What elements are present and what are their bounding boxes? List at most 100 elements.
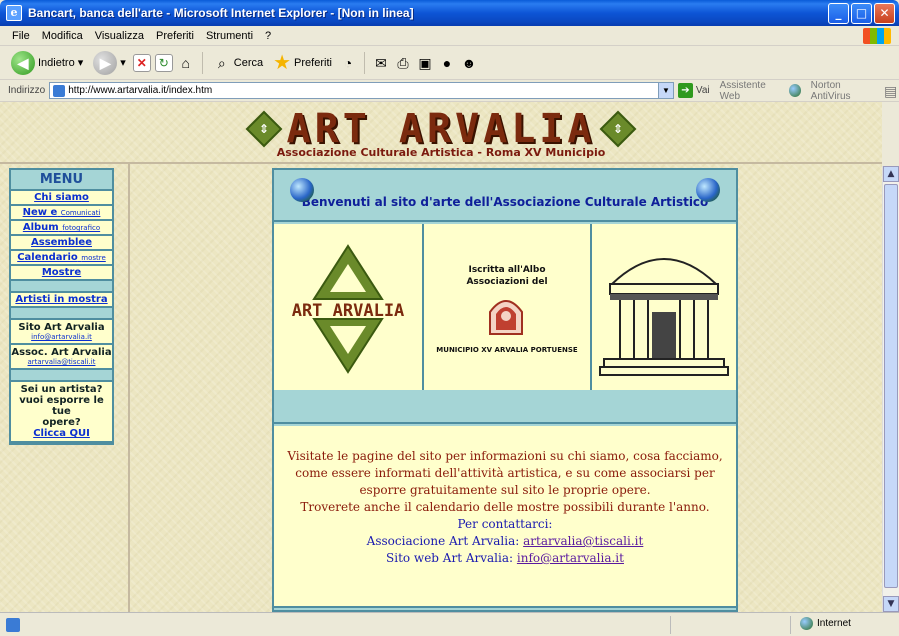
albo-cell: Iscritta all'Albo Associazioni del MUNIC… bbox=[424, 224, 590, 390]
main-content: Benvenuti al sito d'arte dell'Associazio… bbox=[272, 168, 738, 612]
sidebar-menu: MENU Chi siamo New e Comunicati Album fo… bbox=[9, 168, 114, 445]
menu-title: MENU bbox=[11, 170, 112, 191]
back-arrow-icon: ◀ bbox=[11, 50, 35, 75]
scroll-thumb[interactable] bbox=[884, 184, 898, 588]
norton-label: Norton AntiVirus bbox=[810, 79, 851, 102]
menu-item-news[interactable]: New e Comunicati bbox=[11, 206, 112, 221]
sidebar-divider bbox=[128, 164, 130, 612]
history-button[interactable]: ◔ bbox=[339, 54, 357, 72]
art-arvalia-logo-cell: ART ARVALIA bbox=[274, 224, 422, 390]
minimize-button[interactable]: _ bbox=[828, 3, 849, 24]
menu-item-album[interactable]: Album fotografico bbox=[11, 221, 112, 236]
menu-help[interactable]: ? bbox=[259, 30, 277, 42]
scroll-down-button[interactable]: ▼ bbox=[883, 596, 899, 612]
intro-line-1: Visitate le pagine del sito per informaz… bbox=[287, 449, 723, 463]
menu-spacer bbox=[11, 281, 112, 293]
chevron-down-icon[interactable]: ▾ bbox=[120, 56, 126, 69]
discuss-button[interactable]: ● bbox=[438, 54, 456, 72]
ie-icon: e bbox=[6, 5, 22, 21]
address-bar: Indirizzo http://www.artarvalia.it/index… bbox=[0, 80, 899, 102]
municipio-text: MUNICIPIO XV ARVALIA PORTUENSE bbox=[436, 346, 578, 354]
albo-text: Iscritta all'Albo Associazioni del bbox=[424, 264, 590, 288]
norton-button[interactable]: Norton AntiVirus ▤ bbox=[811, 80, 899, 102]
menu-file[interactable]: File bbox=[6, 30, 36, 42]
site-contact-title: Sito Art Arvalia bbox=[18, 322, 105, 333]
home-button[interactable]: ⌂ bbox=[177, 54, 195, 72]
albo-line-1: Iscritta all'Albo bbox=[468, 265, 546, 275]
address-url: http://www.artarvalia.it/index.htm bbox=[68, 85, 213, 96]
menu-preferiti[interactable]: Preferiti bbox=[150, 30, 200, 42]
edit-button[interactable]: ▣ bbox=[416, 54, 434, 72]
menu-strumenti[interactable]: Strumenti bbox=[200, 30, 259, 42]
page-viewport: ⇕ ART ARVALIA ⇕ Associazione Culturale A… bbox=[0, 102, 882, 612]
site-contact-block: Sito Art Arvalia info@artarvalia.it bbox=[11, 320, 112, 345]
menu-item-mostre[interactable]: Mostre bbox=[11, 266, 112, 281]
refresh-button[interactable]: ↻ bbox=[154, 53, 173, 72]
window-title: Bancart, banca dell'arte - Microsoft Int… bbox=[28, 6, 414, 20]
page-icon bbox=[53, 84, 66, 97]
menu-item-chi-siamo[interactable]: Chi siamo bbox=[11, 191, 112, 206]
star-icon: ★ bbox=[273, 52, 292, 74]
windows-logo-icon bbox=[863, 28, 891, 44]
intro-line-4: Troverete anche il calendario delle most… bbox=[300, 500, 710, 514]
menu-modifica[interactable]: Modifica bbox=[36, 30, 89, 42]
assoc-contact-block: Assoc. Art Arvalia artarvalia@tiscali.it bbox=[11, 345, 112, 370]
go-button[interactable]: ➔ Vai bbox=[677, 83, 710, 98]
close-button[interactable]: ✕ bbox=[874, 3, 895, 24]
intro-line-2: come essere informati dell'attività arti… bbox=[295, 466, 715, 480]
maximize-button[interactable]: □ bbox=[851, 3, 872, 24]
artist-question-3: opere? bbox=[42, 417, 81, 428]
menu-item-assemblee[interactable]: Assemblee bbox=[11, 236, 112, 251]
forward-button[interactable]: ▶ ▾ bbox=[90, 49, 129, 77]
chevron-down-icon[interactable]: ▼ bbox=[657, 83, 673, 98]
status-bar: Internet bbox=[0, 612, 899, 636]
site-header: ⇕ ART ARVALIA ⇕ Associazione Culturale A… bbox=[0, 102, 882, 164]
vertical-scrollbar[interactable]: ▲ ▼ bbox=[882, 166, 899, 612]
menu-visualizza[interactable]: Visualizza bbox=[89, 30, 150, 42]
web-contact-line: Sito web Art Arvalia: info@artarvalia.it bbox=[274, 550, 736, 567]
menu-bar: File Modifica Visualizza Preferiti Strum… bbox=[0, 26, 899, 46]
scroll-up-button[interactable]: ▲ bbox=[883, 166, 899, 182]
assoc-contact-label: Associacione Art Arvalia: bbox=[366, 534, 520, 548]
content-strip bbox=[274, 392, 736, 424]
toolbar-separator bbox=[201, 51, 203, 74]
web-contact-label: Sito web Art Arvalia: bbox=[386, 551, 514, 565]
chevron-down-icon[interactable]: ▾ bbox=[78, 56, 84, 69]
globe-icon bbox=[696, 178, 720, 202]
site-subtitle: Associazione Culturale Artistica - Roma … bbox=[276, 146, 606, 159]
artist-click-link[interactable]: Clicca QUI bbox=[11, 428, 112, 439]
temple-cell bbox=[592, 224, 736, 390]
title-bar: e Bancart, banca dell'arte - Microsoft I… bbox=[0, 0, 899, 26]
messenger-button[interactable]: ☻ bbox=[460, 54, 478, 72]
menu-item-calendario[interactable]: Calendario mostre bbox=[11, 251, 112, 266]
diamond-icon: ⇕ bbox=[600, 110, 637, 148]
print-button[interactable]: ⎙ bbox=[394, 54, 412, 72]
menu-item-artisti[interactable]: Artisti in mostra bbox=[11, 293, 112, 308]
search-icon: ⌕ bbox=[217, 54, 226, 71]
assistant-button[interactable]: Assistente Web bbox=[720, 80, 801, 102]
favorites-button[interactable]: ★ Preferiti bbox=[270, 48, 335, 77]
search-label: Cerca bbox=[233, 56, 264, 69]
image-row: ART ARVALIA Iscritta all'Albo Associazio… bbox=[274, 224, 736, 390]
site-email-link[interactable]: info@artarvalia.it bbox=[11, 333, 112, 341]
internet-zone-icon bbox=[800, 617, 813, 630]
go-arrow-icon: ➔ bbox=[677, 83, 693, 98]
favorites-label: Preferiti bbox=[294, 56, 332, 69]
page-status-icon bbox=[6, 617, 20, 632]
address-input[interactable]: http://www.artarvalia.it/index.htm ▼ bbox=[49, 82, 674, 99]
artist-question-1: Sei un artista? bbox=[20, 384, 103, 395]
web-email-link[interactable]: info@artarvalia.it bbox=[517, 551, 624, 565]
search-button[interactable]: ⌕ Cerca bbox=[210, 52, 266, 74]
temple-drawing bbox=[599, 258, 729, 376]
intro-line-3: esporre gratuitamente sul sito le propri… bbox=[359, 483, 651, 497]
assoc-email-link[interactable]: artarvalia@tiscali.it bbox=[523, 534, 643, 548]
stop-button[interactable]: ✕ bbox=[132, 53, 151, 72]
assoc-contact-line: Associacione Art Arvalia: artarvalia@tis… bbox=[274, 533, 736, 550]
address-label: Indirizzo bbox=[8, 85, 46, 96]
welcome-text: Benvenuti al sito d'arte dell'Associazio… bbox=[301, 195, 709, 209]
assoc-email-link[interactable]: artarvalia@tiscali.it bbox=[11, 358, 112, 366]
mail-button[interactable]: ✉ bbox=[372, 54, 390, 72]
back-button[interactable]: ◀ Indietro ▾ bbox=[8, 49, 86, 77]
municipio-crest-icon bbox=[489, 300, 523, 335]
artist-question-2: vuoi esporre le tue bbox=[19, 395, 104, 417]
